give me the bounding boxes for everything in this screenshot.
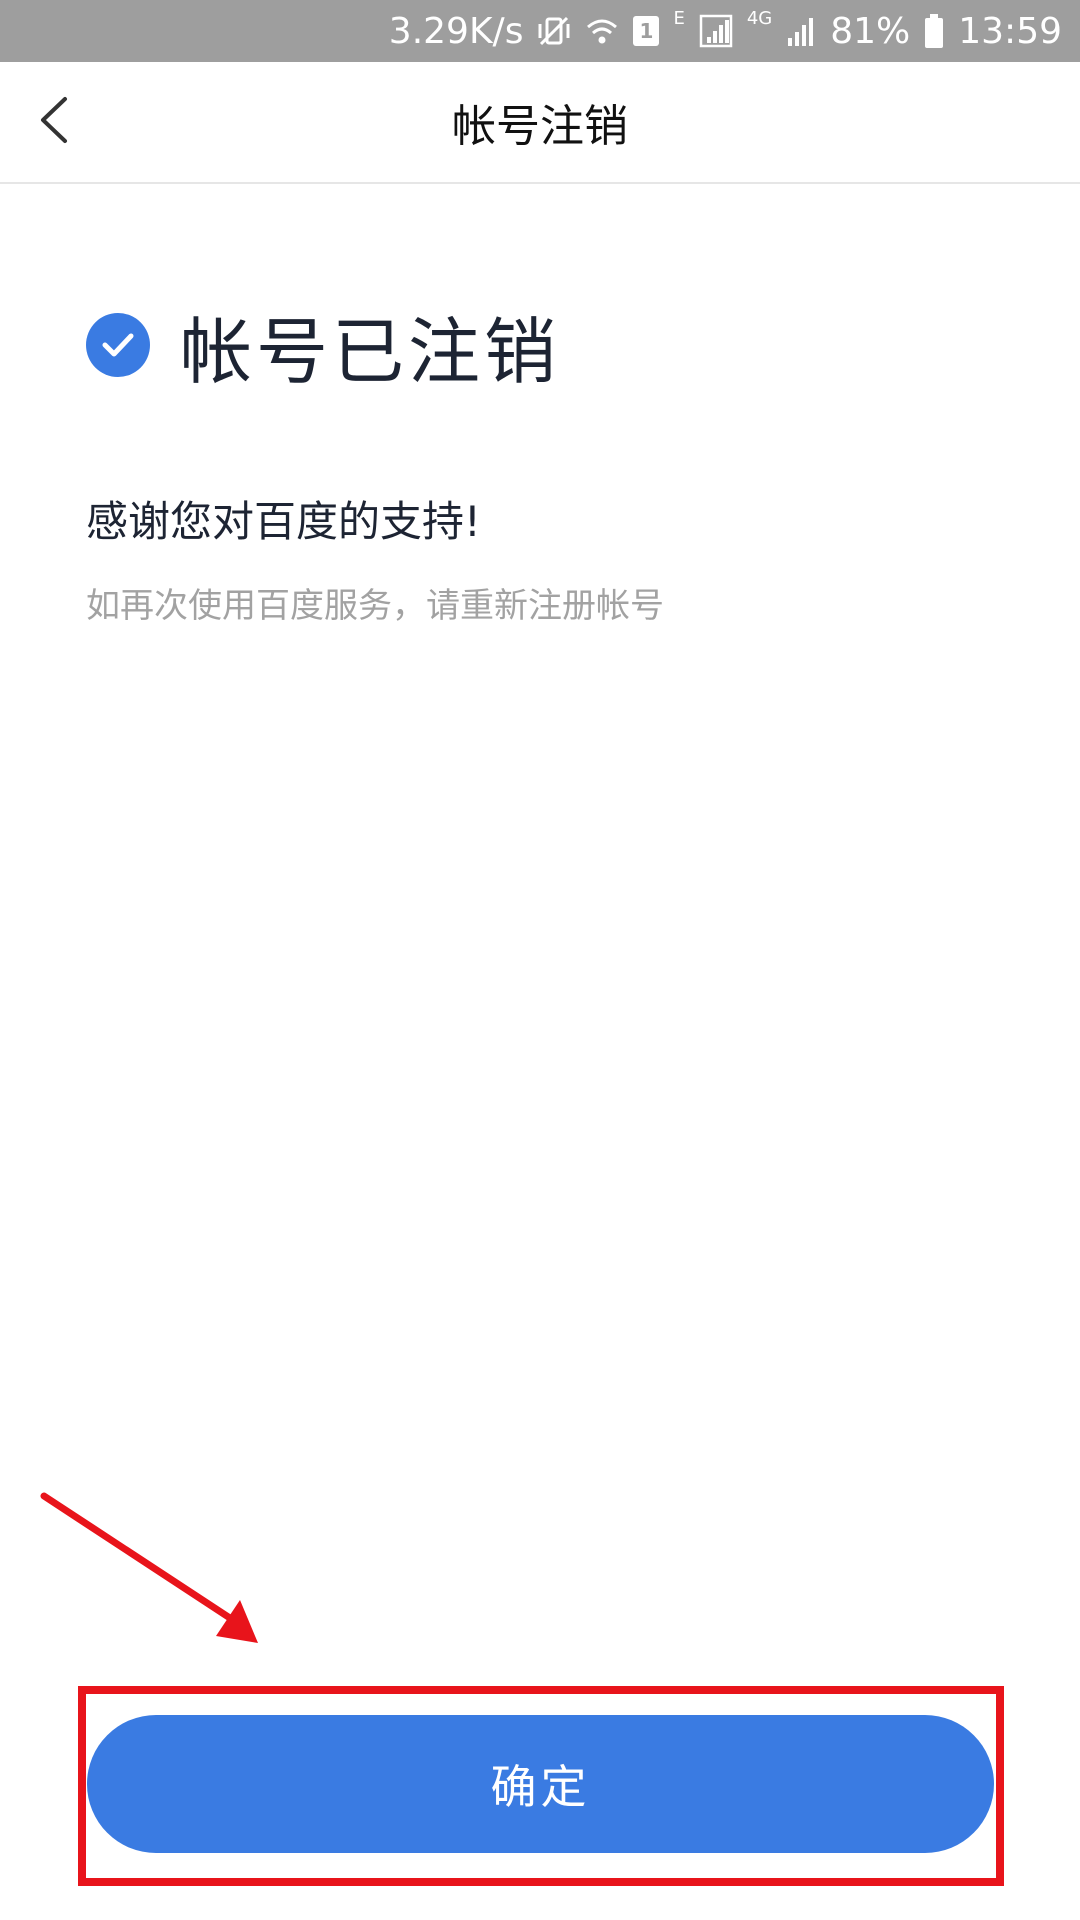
hint-text: 如再次使用百度服务，请重新注册帐号 — [86, 586, 664, 626]
annotation-arrow-icon — [40, 1492, 258, 1643]
battery-icon — [924, 11, 944, 51]
network-e-label: E — [673, 8, 685, 29]
status-bar: 3.29K/s 1 E 4G 81% 13:59 — [0, 0, 1080, 62]
battery-percent: 81% — [830, 10, 911, 52]
status-heading: 帐号已注销 — [86, 300, 560, 394]
page-title: 帐号注销 — [452, 101, 628, 152]
signal-icon — [786, 11, 816, 51]
signal-icon — [699, 11, 733, 51]
sim-icon: 1 — [633, 16, 660, 46]
mute-vibrate-icon — [537, 11, 571, 51]
network-speed: 3.29K/s — [388, 10, 524, 52]
status-title: 帐号已注销 — [180, 309, 561, 394]
thanks-message: 感谢您对百度的支持! — [86, 497, 481, 546]
check-circle-icon — [86, 313, 150, 377]
confirm-button[interactable]: 确定 — [87, 1715, 994, 1853]
network-4g-label: 4G — [746, 8, 773, 29]
clock: 13:59 — [958, 10, 1062, 52]
wifi-icon — [585, 11, 619, 51]
nav-bar: 帐号注销 — [0, 62, 1080, 184]
